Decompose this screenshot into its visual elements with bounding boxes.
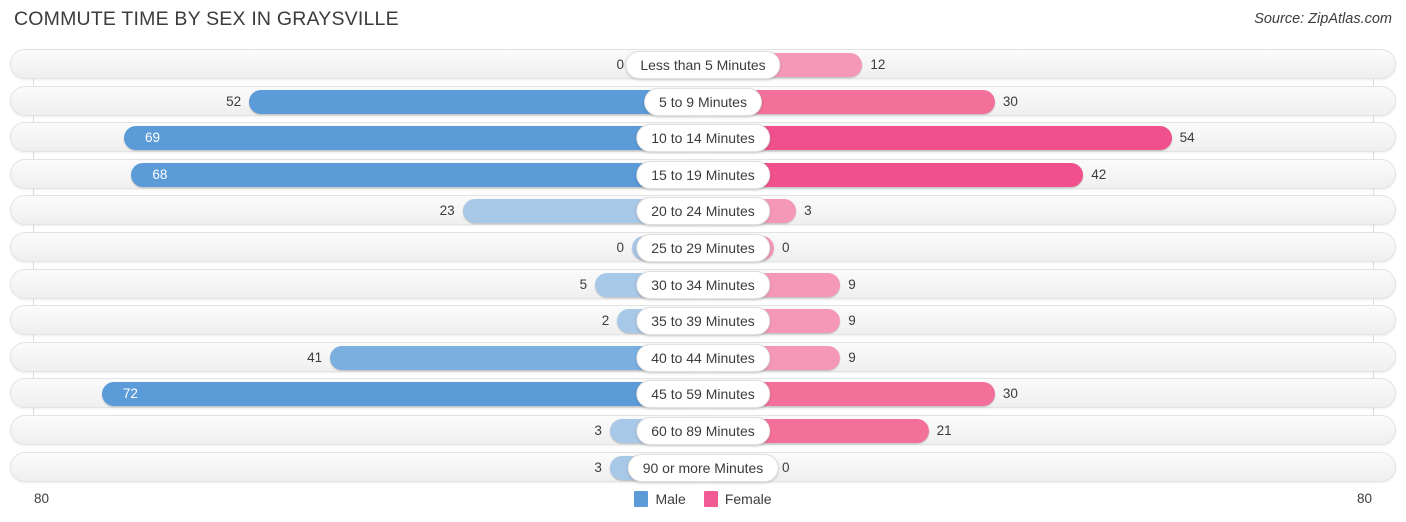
male-value-label: 0	[616, 239, 624, 255]
bar-row[interactable]: 72 30 45 to 59 Minutes	[10, 378, 1396, 409]
female-value-label: 0	[782, 239, 790, 255]
female-bar[interactable]	[703, 126, 1172, 151]
male-bar[interactable]	[131, 162, 703, 187]
female-value-label: 42	[1091, 166, 1107, 182]
male-value-label: 5	[579, 276, 588, 292]
category-label: Less than 5 Minutes	[625, 51, 781, 79]
male-value-label: 3	[594, 422, 602, 438]
bar-row[interactable]: 5 9 30 to 34 Minutes	[10, 268, 1396, 299]
male-bar[interactable]	[124, 126, 703, 151]
bar-row[interactable]: 52 30 5 to 9 Minutes	[10, 85, 1396, 116]
female-value-label: 30	[1002, 93, 1018, 109]
male-value-label: 69	[144, 130, 160, 146]
bar-row[interactable]: 68 42 15 to 19 Minutes	[10, 158, 1396, 189]
category-label: 10 to 14 Minutes	[636, 124, 770, 153]
chart-footer: 80 80 Male Female	[0, 486, 1406, 512]
bar-row[interactable]: 0 12 Less than 5 Minutes	[10, 49, 1396, 79]
male-value-label: 72	[122, 386, 138, 402]
bar-row[interactable]: 3 21 60 to 89 Minutes	[10, 414, 1396, 445]
legend-swatch-icon	[703, 491, 718, 507]
female-value-label: 12	[870, 57, 886, 72]
bar-row[interactable]: 3 0 90 or more Minutes	[10, 451, 1396, 482]
page-title: COMMUTE TIME BY SEX IN GRAYSVILLE	[14, 8, 399, 30]
category-label: 15 to 19 Minutes	[636, 160, 770, 189]
legend-swatch-icon	[634, 491, 649, 507]
female-value-label: 0	[782, 459, 790, 475]
chart-legend: Male Female	[0, 486, 1406, 512]
male-value-label: 3	[594, 459, 602, 475]
female-value-label: 30	[1002, 386, 1018, 402]
male-value-label: 41	[307, 349, 323, 365]
bar-row[interactable]: 23 3 20 to 24 Minutes	[10, 195, 1396, 226]
male-bar[interactable]	[101, 382, 703, 407]
legend-item-male[interactable]: Male	[634, 491, 686, 507]
category-label: 5 to 9 Minutes	[644, 87, 762, 116]
category-label: 25 to 29 Minutes	[636, 233, 770, 262]
male-value-label: 52	[226, 93, 242, 109]
plot-area: 0 12 Less than 5 Minutes 52 30 5 to 9 Minutes…	[0, 49, 1406, 486]
legend-label: Male	[655, 491, 686, 507]
bar-row[interactable]: 41 9 40 to 44 Minutes	[10, 341, 1396, 372]
bar-row[interactable]: 0 0 25 to 29 Minutes	[10, 231, 1396, 262]
male-value-label: 68	[152, 166, 168, 182]
male-value-label: 2	[601, 313, 610, 329]
legend-item-female[interactable]: Female	[703, 491, 772, 507]
category-label: 40 to 44 Minutes	[636, 343, 770, 372]
category-label: 90 or more Minutes	[627, 453, 779, 482]
female-value-label: 54	[1179, 130, 1195, 146]
male-value-label: 0	[616, 57, 624, 72]
category-label: 30 to 34 Minutes	[636, 270, 770, 299]
source-attribution: Source: ZipAtlas.com	[1254, 11, 1392, 27]
female-value-label: 9	[848, 349, 856, 365]
female-value-label: 21	[936, 422, 952, 438]
female-value-label: 3	[804, 203, 812, 219]
bar-row[interactable]: 2 9 35 to 39 Minutes	[10, 305, 1396, 336]
female-value-label: 9	[848, 276, 856, 292]
bar-row[interactable]: 69 54 10 to 14 Minutes	[10, 122, 1396, 153]
category-label: 60 to 89 Minutes	[636, 416, 770, 445]
female-value-label: 9	[848, 313, 856, 329]
male-value-label: 23	[439, 203, 455, 219]
chart-root: COMMUTE TIME BY SEX IN GRAYSVILLE Source…	[0, 0, 1406, 522]
bar-rows: 0 12 Less than 5 Minutes 52 30 5 to 9 Minutes…	[10, 49, 1396, 488]
legend-label: Female	[724, 491, 772, 507]
male-bar[interactable]	[249, 89, 703, 114]
category-label: 45 to 59 Minutes	[636, 380, 770, 409]
category-label: 35 to 39 Minutes	[636, 307, 770, 336]
category-label: 20 to 24 Minutes	[636, 197, 770, 226]
